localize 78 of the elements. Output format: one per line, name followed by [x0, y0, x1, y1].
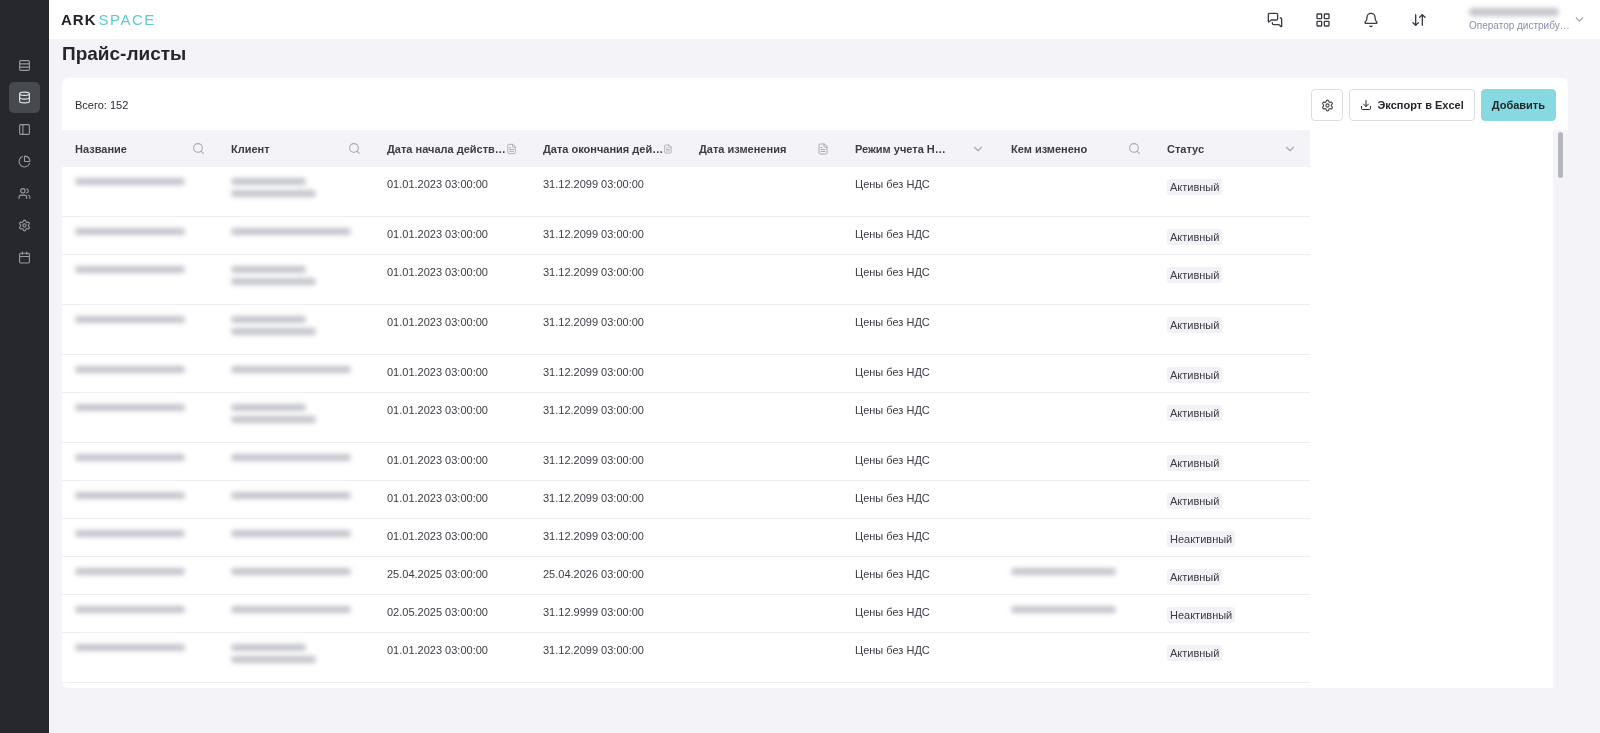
status-tag: Неактивный: [1167, 607, 1236, 623]
table-cell: 01.01.2023 03:00:00: [387, 530, 488, 542]
table-cell: 01.01.2023 03:00:00: [387, 404, 488, 416]
table-cell: Цены без НДС: [855, 492, 930, 504]
table-cell: 31.12.9999 03:00:00: [543, 606, 644, 618]
switch-arrows-icon: [1411, 11, 1427, 28]
table-cell: 01.01.2023 03:00:00: [387, 366, 488, 378]
table-cell: 25.04.2026 03:00:00: [543, 568, 644, 580]
table-cell: Цены без НДС: [855, 454, 930, 466]
table-cell: 31.12.2099 03:00:00: [543, 366, 644, 378]
column-label: Дата окончания дей…: [543, 142, 664, 155]
table-cell: 01.01.2023 03:00:00: [387, 644, 488, 656]
table-cell: Цены без НДС: [855, 178, 930, 190]
table-cell: Цены без НДС: [855, 316, 930, 328]
status-tag: Активный: [1167, 405, 1223, 421]
column-label: Кем изменено: [1011, 142, 1088, 155]
status-tag: Активный: [1167, 317, 1223, 333]
status-tag: Активный: [1167, 455, 1223, 471]
table-cell: Цены без НДС: [855, 266, 930, 278]
table-cell: Цены без НДС: [855, 644, 930, 656]
table-cell: 01.01.2023 03:00:00: [387, 492, 488, 504]
settings-icon: [1320, 98, 1334, 112]
download-icon: [1360, 99, 1373, 111]
column-label: Статус: [1167, 142, 1205, 155]
calendar-icon: [18, 251, 31, 264]
settings-icon: [18, 219, 31, 232]
table-cell: Цены без НДС: [855, 366, 930, 378]
table-cell: 31.12.2099 03:00:00: [543, 492, 644, 504]
column-label: Название: [75, 142, 127, 155]
user-role: Оператор дистрибу…: [1469, 20, 1567, 31]
table-cell: 31.12.2099 03:00:00: [543, 316, 644, 328]
settings-button[interactable]: [1311, 89, 1344, 121]
table-cell: 31.12.2099 03:00:00: [543, 178, 644, 190]
status-tag: Неактивный: [1167, 531, 1236, 547]
table-cell: 01.01.2023 03:00:00: [387, 228, 488, 240]
table-cell: 31.12.2099 03:00:00: [543, 644, 644, 656]
table-cell: 31.12.2099 03:00:00: [543, 266, 644, 278]
table-cell: Цены без НДС: [855, 228, 930, 240]
status-tag: Активный: [1167, 179, 1223, 195]
table-cell: 31.12.2099 03:00:00: [543, 454, 644, 466]
status-tag: Активный: [1167, 493, 1223, 509]
logo-text: SPACE: [98, 11, 156, 28]
status-tag: Активный: [1167, 229, 1223, 245]
table-cell: 31.12.2099 03:00:00: [543, 530, 644, 542]
total-count: Всего: 152: [75, 99, 129, 111]
table-cell: Цены без НДС: [855, 530, 930, 542]
logo-text: ARK: [61, 11, 97, 28]
table-cell: 31.12.2099 03:00:00: [543, 404, 644, 416]
column-label: Дата начала действ…: [387, 142, 506, 155]
table-cell: 31.12.2099 03:00:00: [543, 228, 644, 240]
table-cell: 02.05.2025 03:00:00: [387, 606, 488, 618]
table-cell: Цены без НДС: [855, 606, 930, 618]
grid-icon: [1315, 11, 1331, 28]
status-tag: Активный: [1167, 267, 1223, 283]
chat-icon: [1267, 11, 1283, 28]
table-cell: 25.04.2025 03:00:00: [387, 568, 488, 580]
rows-icon: [18, 59, 31, 72]
table-cell: Цены без НДС: [855, 568, 930, 580]
status-tag: Активный: [1167, 645, 1223, 661]
status-tag: Активный: [1167, 367, 1223, 383]
status-tag: Активный: [1167, 569, 1223, 585]
page-title: Прайс-листы: [62, 43, 188, 65]
table-cell: Цены без НДС: [855, 404, 930, 416]
table-cell: 01.01.2023 03:00:00: [387, 316, 488, 328]
table-cell: 01.01.2023 03:00:00: [387, 266, 488, 278]
pie-chart-icon: [18, 155, 31, 168]
add-button[interactable]: Добавить: [1480, 89, 1556, 121]
export-button[interactable]: Экспорт в Excel: [1349, 89, 1475, 121]
users-icon: [18, 187, 31, 200]
database-icon: [18, 91, 31, 104]
bell-icon: [1363, 11, 1379, 28]
nav-button[interactable]: [9, 82, 40, 113]
table-cell: 01.01.2023 03:00:00: [387, 454, 488, 466]
column-label: Дата изменения: [699, 142, 787, 155]
column-label: Режим учета Н…: [855, 142, 946, 155]
panel-icon: [18, 123, 31, 136]
column-label: Клиент: [231, 142, 270, 155]
table-cell: 01.01.2023 03:00:00: [387, 178, 488, 190]
